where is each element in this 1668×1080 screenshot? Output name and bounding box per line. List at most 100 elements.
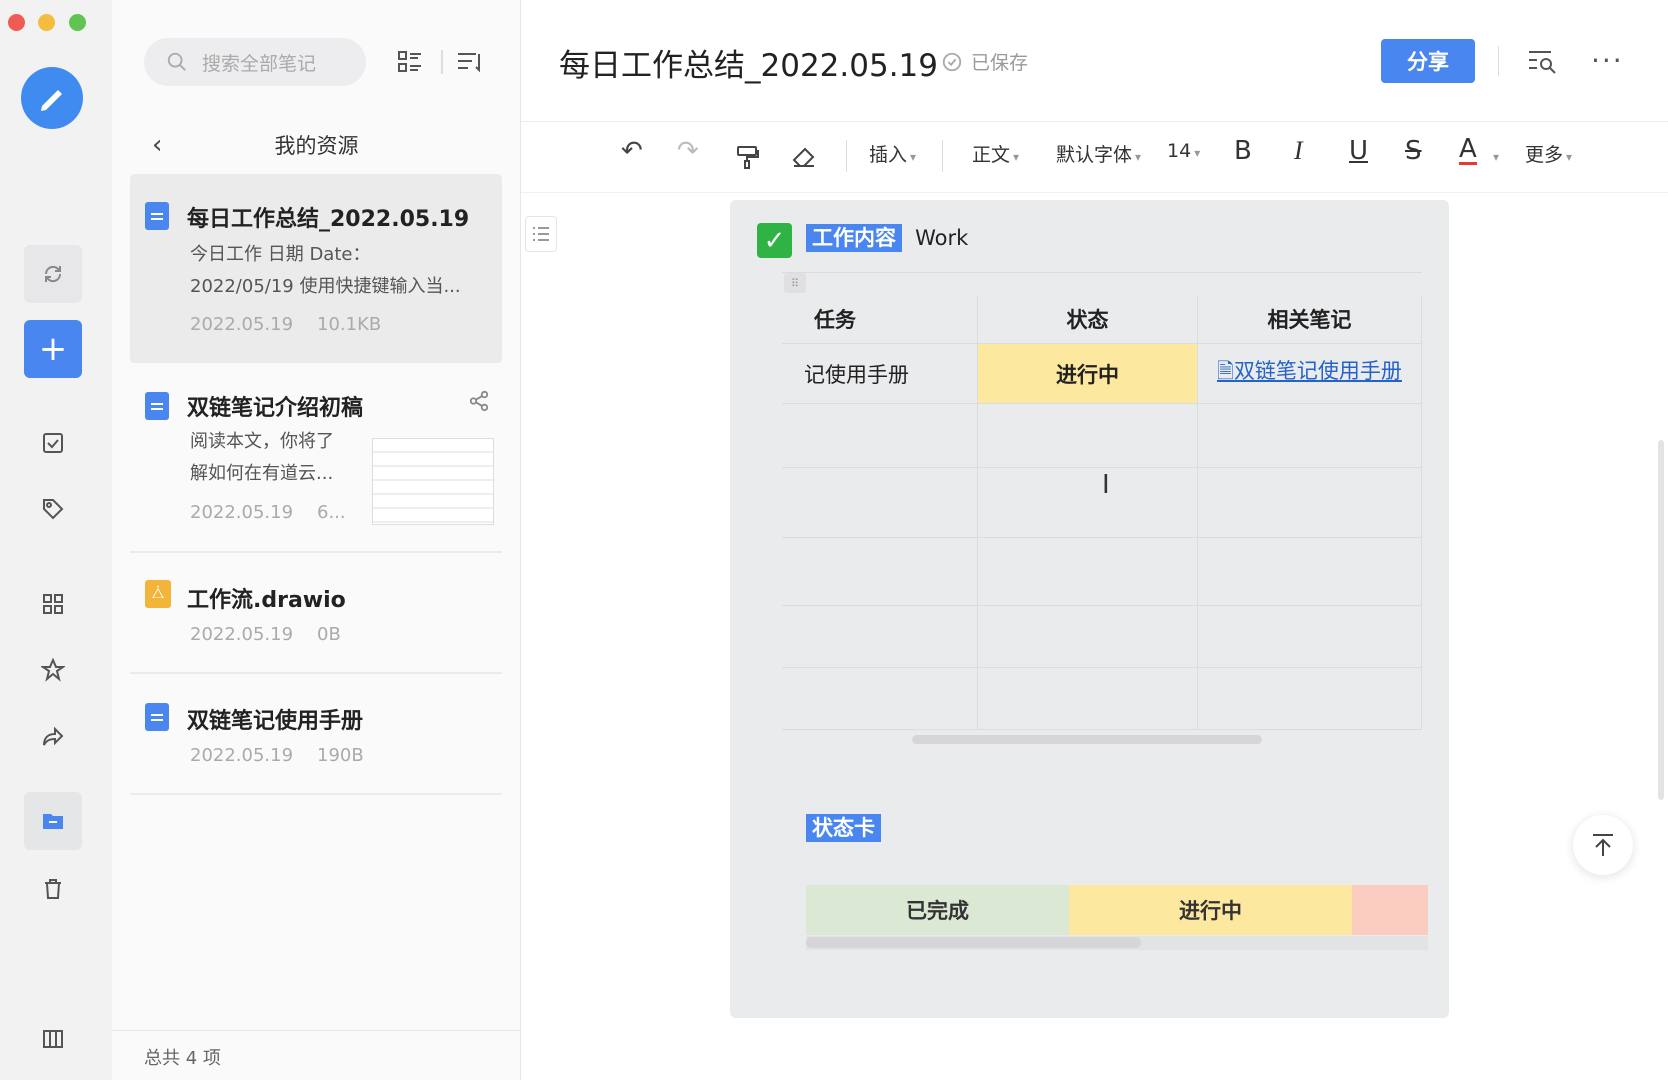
note-preview-line2: 解如何在有道云...	[190, 463, 334, 484]
table-cell-status[interactable]: 进行中	[978, 344, 1198, 404]
table-cell[interactable]	[782, 404, 978, 468]
toolbar-divider	[441, 50, 443, 74]
table-cell[interactable]	[978, 668, 1198, 730]
task-table: 任务 状态 相关笔记 记使用手册 进行中 🗎双链笔记使用手册	[782, 272, 1422, 744]
new-note-button[interactable]: +	[24, 320, 82, 378]
note-item[interactable]: 双链笔记使用手册 2022.05.19 190B	[130, 697, 502, 777]
paragraph-style-select[interactable]: 正文	[972, 140, 1019, 167]
italic-button[interactable]: I	[1294, 136, 1303, 166]
more-menu[interactable]: 更多	[1525, 140, 1572, 167]
check-circle-icon	[942, 52, 962, 71]
save-status: 已保存	[941, 48, 1028, 75]
shared-button[interactable]	[24, 708, 82, 766]
redo-button[interactable]: ↷	[677, 136, 699, 166]
note-title: 双链笔记介绍初稿	[187, 396, 364, 421]
editor-scrollbar[interactable]	[1658, 440, 1664, 800]
search-text-icon	[1529, 51, 1556, 74]
bold-button[interactable]: B	[1234, 136, 1252, 166]
close-window-button[interactable]	[8, 14, 25, 31]
table-cell[interactable]	[978, 468, 1198, 538]
table-cell[interactable]	[978, 404, 1198, 468]
note-size: 6...	[317, 502, 346, 523]
status-scrollbar[interactable]	[806, 937, 1141, 948]
status-done-card[interactable]: 已完成	[806, 885, 1069, 935]
table-cell[interactable]	[782, 538, 978, 606]
work-label: 工作内容	[806, 224, 902, 252]
font-family-select[interactable]: 默认字体	[1056, 140, 1141, 167]
undo-button[interactable]: ↶	[621, 136, 643, 166]
toolbar-divider	[846, 140, 847, 172]
header-border	[521, 121, 1668, 122]
format-painter-button[interactable]	[735, 144, 761, 174]
underline-button[interactable]: U	[1349, 136, 1368, 166]
minimize-window-button[interactable]	[38, 14, 55, 31]
text-color-button[interactable]: A	[1459, 136, 1477, 165]
work-en-label: Work	[915, 226, 969, 250]
my-files-button[interactable]	[24, 792, 82, 850]
note-link[interactable]: 🗎双链笔记使用手册	[1217, 355, 1402, 392]
favorites-button[interactable]	[24, 641, 82, 699]
document-icon	[145, 202, 169, 230]
table-cell[interactable]	[1198, 606, 1422, 668]
zoom-window-button[interactable]	[69, 14, 86, 31]
table-cell[interactable]	[1198, 404, 1422, 468]
back-to-top-button[interactable]	[1573, 815, 1633, 875]
link-document-icon: 🗎	[1217, 359, 1234, 383]
table-cell[interactable]	[782, 468, 978, 538]
toolbar-divider	[942, 140, 943, 172]
section-heading: 工作内容 Work	[806, 222, 968, 252]
find-button[interactable]	[1527, 48, 1559, 80]
status-in-progress-card[interactable]: 进行中	[1069, 885, 1352, 935]
sort-icon	[458, 53, 480, 73]
eraser-icon	[792, 147, 815, 167]
table-cell[interactable]	[1198, 538, 1422, 606]
layout-toggle-button[interactable]	[24, 1010, 82, 1068]
table-cell[interactable]	[1198, 668, 1422, 730]
more-options-button[interactable]: ···	[1591, 44, 1624, 77]
status-todo-card[interactable]	[1352, 885, 1428, 935]
note-date: 2022.05.19	[190, 314, 294, 335]
table-scrollbar[interactable]	[912, 735, 1262, 744]
tags-button[interactable]	[24, 480, 82, 538]
folder-icon	[43, 814, 63, 829]
share-arrow-icon	[43, 726, 64, 746]
eraser-button[interactable]	[791, 144, 817, 174]
trash-button[interactable]	[24, 860, 82, 918]
note-size: 10.1KB	[317, 314, 382, 335]
font-size-select[interactable]: 14	[1167, 140, 1200, 162]
note-date: 2022.05.19	[190, 745, 294, 766]
share-button[interactable]: 分享	[1381, 39, 1475, 83]
note-item-selected[interactable]: 每日工作总结_2022.05.19 今日工作 日期 Date： 2022/05/…	[130, 174, 502, 363]
note-date: 2022.05.19	[190, 502, 294, 523]
document-icon	[145, 703, 169, 731]
table-cell[interactable]: 记使用手册	[782, 344, 978, 404]
sync-button[interactable]	[24, 245, 82, 303]
share-note-button[interactable]	[468, 390, 490, 416]
table-cell[interactable]	[978, 538, 1198, 606]
text-color-dropdown[interactable]: ▾	[1493, 150, 1499, 164]
todo-button[interactable]	[24, 414, 82, 472]
table-cell[interactable]: 🗎双链笔记使用手册	[1198, 344, 1422, 404]
document-title[interactable]: 每日工作总结_2022.05.19	[559, 40, 938, 85]
note-item[interactable]: 双链笔记介绍初稿 阅读本文，你将了 解如何在有道云... 2022.05.19 …	[130, 384, 502, 534]
sort-button[interactable]	[455, 48, 483, 80]
note-item[interactable]: ⧊ 工作流.drawio 2022.05.19 0B	[130, 576, 502, 656]
check-mark-icon: ✓	[757, 223, 792, 258]
saved-label: 已保存	[971, 52, 1029, 74]
insert-menu[interactable]: 插入	[869, 140, 916, 167]
app-logo	[21, 67, 83, 129]
outline-toggle-button[interactable]	[525, 216, 557, 252]
table-cell[interactable]	[978, 606, 1198, 668]
search-input[interactable]: 搜索全部笔记	[202, 49, 316, 76]
table-cell[interactable]	[1198, 468, 1422, 538]
note-list-panel: 搜索全部笔记 ‹ 我的资源 每日工作总结_2022.05.19 今日工作 日期 …	[112, 0, 521, 1080]
search-box[interactable]: 搜索全部笔记	[144, 38, 366, 86]
table-cell[interactable]	[782, 668, 978, 730]
list-title: 我的资源	[274, 134, 359, 158]
table-cell[interactable]	[782, 606, 978, 668]
strikethrough-button[interactable]: S	[1405, 136, 1422, 166]
apps-button[interactable]	[24, 575, 82, 633]
note-thumbnail	[372, 438, 494, 525]
view-mode-button[interactable]	[396, 48, 424, 80]
app-rail: +	[0, 0, 112, 1080]
